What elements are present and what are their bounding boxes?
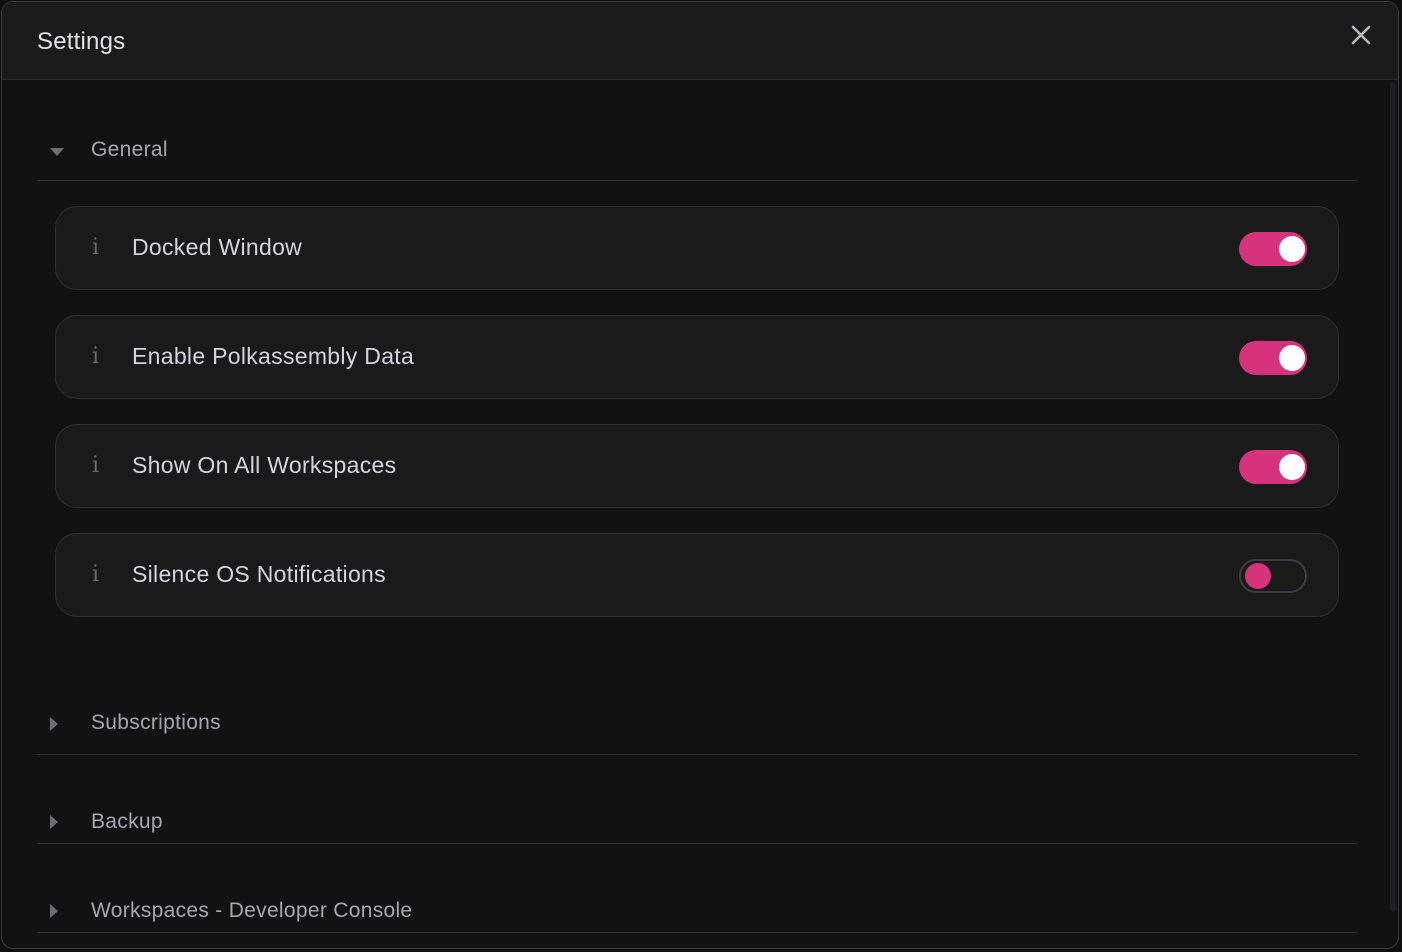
caret-right-icon — [49, 814, 59, 835]
setting-label: Enable Polkassembly Data — [132, 343, 415, 369]
docked-window-toggle[interactable] — [1239, 232, 1307, 266]
general-settings-list: i Docked Window i Enable Polkassembly Da… — [37, 181, 1357, 617]
setting-row-polkassembly: i Enable Polkassembly Data — [55, 315, 1339, 399]
info-icon[interactable]: i — [92, 344, 99, 369]
section-general-label: General — [91, 138, 168, 161]
title-bar: Settings — [2, 2, 1398, 80]
section-workspaces-header[interactable]: Workspaces - Developer Console — [37, 844, 1357, 933]
info-icon[interactable]: i — [92, 453, 99, 478]
setting-row-all-workspaces: i Show On All Workspaces — [55, 424, 1339, 508]
caret-right-icon — [49, 716, 59, 737]
close-icon[interactable] — [1350, 24, 1372, 46]
section-general-header[interactable]: General — [37, 82, 1357, 181]
section-backup-label: Backup — [91, 810, 163, 833]
caret-right-icon — [49, 903, 59, 924]
polkassembly-toggle[interactable] — [1239, 341, 1307, 375]
section-subscriptions-header[interactable]: Subscriptions — [37, 617, 1357, 755]
section-subscriptions-label: Subscriptions — [91, 711, 221, 734]
toggle-knob — [1279, 236, 1305, 262]
setting-row-silence-notifications: i Silence OS Notifications — [55, 533, 1339, 617]
section-workspaces-label: Workspaces - Developer Console — [91, 899, 413, 922]
info-icon[interactable]: i — [92, 562, 99, 587]
info-icon[interactable]: i — [92, 235, 99, 260]
setting-row-docked-window: i Docked Window — [55, 206, 1339, 290]
setting-label: Show On All Workspaces — [132, 452, 397, 478]
window-title: Settings — [37, 28, 126, 55]
caret-down-icon — [49, 144, 65, 162]
toggle-knob — [1245, 563, 1271, 589]
all-workspaces-toggle[interactable] — [1239, 450, 1307, 484]
settings-content: General i Docked Window i Enable Polkass… — [37, 82, 1357, 933]
settings-window: Settings General i Docked Window i Enabl… — [1, 1, 1399, 949]
toggle-knob — [1279, 345, 1305, 371]
scrollbar[interactable] — [1390, 82, 1396, 912]
toggle-knob — [1279, 454, 1305, 480]
setting-label: Docked Window — [132, 234, 303, 260]
silence-notifications-toggle[interactable] — [1239, 559, 1307, 593]
section-backup-header[interactable]: Backup — [37, 755, 1357, 844]
setting-label: Silence OS Notifications — [132, 561, 386, 587]
